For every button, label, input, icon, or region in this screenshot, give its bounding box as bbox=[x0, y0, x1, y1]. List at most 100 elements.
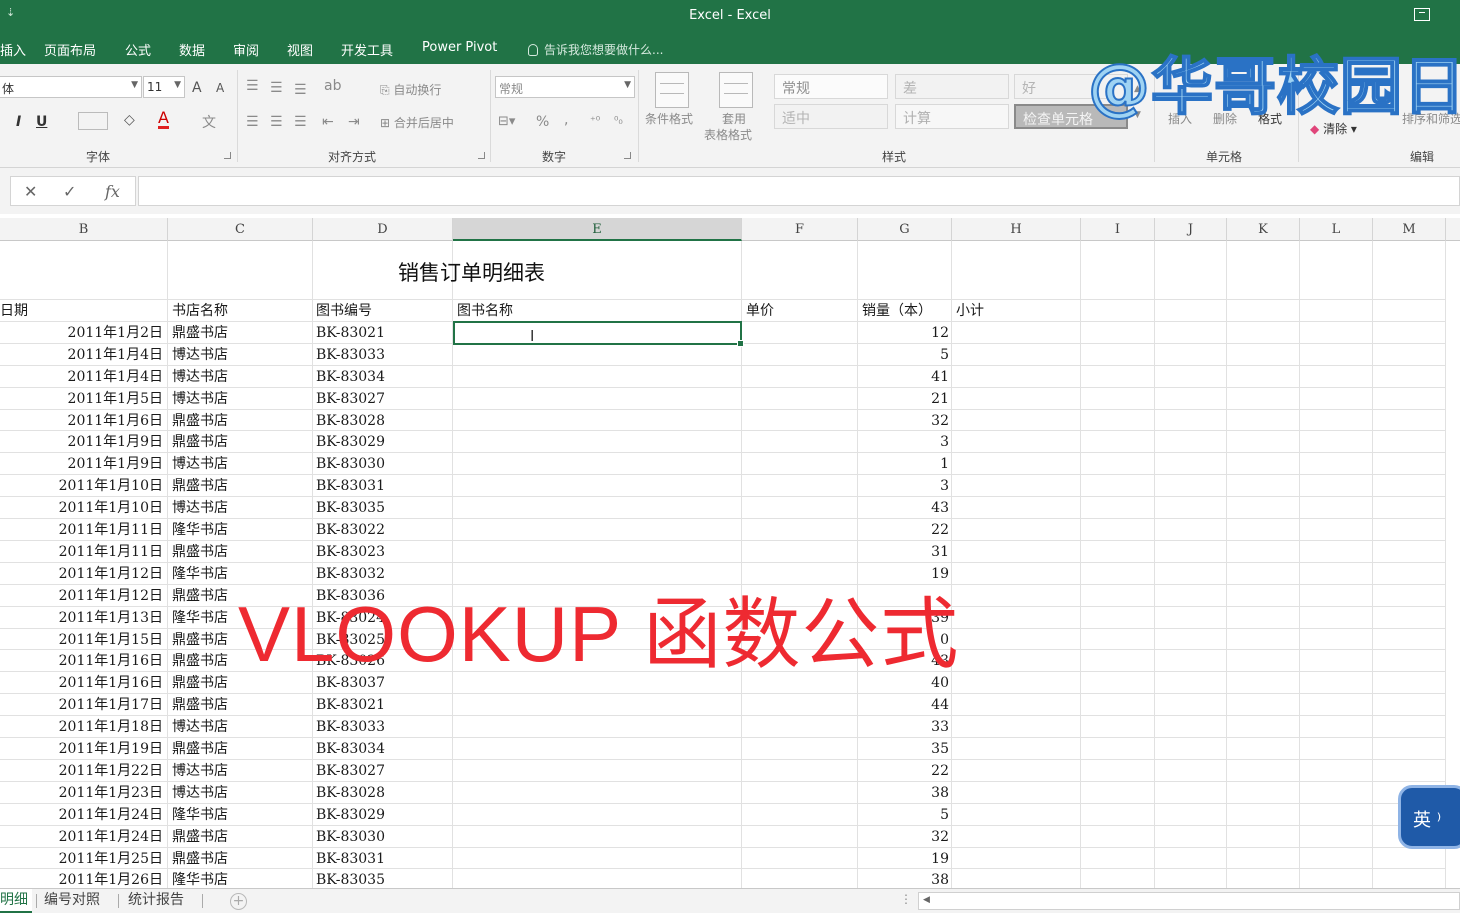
style-calculation[interactable]: 计算 bbox=[895, 104, 1009, 129]
cell-store[interactable]: 鼎盛书店 bbox=[172, 826, 310, 848]
add-sheet-icon[interactable]: + bbox=[230, 893, 247, 910]
column-header-h[interactable]: H bbox=[952, 218, 1081, 241]
cell-date[interactable]: 2011年1月4日 bbox=[0, 366, 163, 388]
align-middle-icon[interactable]: ☰ bbox=[270, 80, 283, 96]
cell-quantity[interactable]: 22 bbox=[858, 519, 949, 541]
align-center-icon[interactable]: ☰ bbox=[270, 114, 283, 130]
cell-store[interactable]: 鼎盛书店 bbox=[172, 410, 310, 432]
wrap-text-button[interactable]: ⎘ 自动换行 bbox=[380, 81, 441, 98]
cell-date[interactable]: 2011年1月23日 bbox=[0, 782, 163, 804]
cell-date[interactable]: 2011年1月11日 bbox=[0, 541, 163, 563]
cell-quantity[interactable]: 38 bbox=[858, 782, 949, 804]
cell-date[interactable]: 2011年1月15日 bbox=[0, 629, 163, 651]
column-header-j[interactable]: J bbox=[1155, 218, 1227, 241]
cell-store[interactable]: 鼎盛书店 bbox=[172, 541, 310, 563]
cell-date[interactable]: 2011年1月26日 bbox=[0, 869, 163, 888]
cell-quantity[interactable]: 38 bbox=[858, 869, 949, 888]
cell-code[interactable]: BK-83022 bbox=[316, 519, 450, 541]
sheet-tab-code-lookup[interactable]: 编号对照 bbox=[44, 889, 100, 913]
cell-code[interactable]: BK-83029 bbox=[316, 804, 450, 826]
cell-code[interactable]: BK-83028 bbox=[316, 782, 450, 804]
cell-date[interactable]: 2011年1月17日 bbox=[0, 694, 163, 716]
cell-date[interactable]: 2011年1月22日 bbox=[0, 760, 163, 782]
cell-date[interactable]: 2011年1月6日 bbox=[0, 410, 163, 432]
column-header-d[interactable]: D bbox=[313, 218, 453, 241]
split-handle-icon[interactable]: ⋮ bbox=[900, 892, 912, 906]
increase-indent-icon[interactable]: ⇥ bbox=[348, 114, 360, 130]
column-header-i[interactable]: I bbox=[1081, 218, 1155, 241]
cell-date[interactable]: 2011年1月12日 bbox=[0, 563, 163, 585]
cell-store[interactable]: 鼎盛书店 bbox=[172, 848, 310, 870]
font-name-combo[interactable]: 体 ▼ bbox=[0, 76, 142, 98]
cell-date[interactable]: 2011年1月2日 bbox=[0, 322, 163, 344]
worksheet-grid[interactable]: 销售订单明细表 日期 书店名称 图书编号 图书名称 单价 销量（本） 小计 20… bbox=[0, 241, 1460, 888]
decrease-indent-icon[interactable]: ⇤ bbox=[322, 114, 334, 130]
cell-code[interactable]: BK-83035 bbox=[316, 497, 450, 519]
number-dialog-launcher-icon[interactable] bbox=[624, 152, 631, 159]
cell-code[interactable]: BK-83034 bbox=[316, 738, 450, 760]
cell-date[interactable]: 2011年1月18日 bbox=[0, 716, 163, 738]
format-table-button-line1[interactable]: 套用 bbox=[722, 110, 746, 127]
comma-button[interactable]: , bbox=[564, 112, 568, 128]
header-store[interactable]: 书店名称 bbox=[172, 300, 310, 322]
cell-quantity[interactable]: 33 bbox=[858, 716, 949, 738]
cell-date[interactable]: 2011年1月19日 bbox=[0, 738, 163, 760]
shrink-font-button[interactable]: A bbox=[216, 81, 224, 95]
cell-date[interactable]: 2011年1月9日 bbox=[0, 453, 163, 475]
tab-view[interactable]: 视图 bbox=[287, 40, 313, 59]
cell-quantity[interactable]: 3 bbox=[858, 431, 949, 453]
cell-quantity[interactable]: 32 bbox=[858, 826, 949, 848]
cell-date[interactable]: 2011年1月16日 bbox=[0, 650, 163, 672]
active-cell-e3[interactable] bbox=[453, 321, 744, 347]
cell-quantity[interactable]: 31 bbox=[858, 541, 949, 563]
cell-code[interactable]: BK-83028 bbox=[316, 410, 450, 432]
cell-store[interactable]: 博达书店 bbox=[172, 782, 310, 804]
cell-store[interactable]: 博达书店 bbox=[172, 366, 310, 388]
horizontal-scrollbar[interactable]: ◀ bbox=[918, 892, 1460, 910]
style-normal[interactable]: 常规 bbox=[774, 74, 888, 99]
cell-code[interactable]: BK-83027 bbox=[316, 388, 450, 410]
cell-code[interactable]: BK-83030 bbox=[316, 453, 450, 475]
header-book-name[interactable]: 图书名称 bbox=[457, 300, 739, 322]
conditional-format-button[interactable]: 条件格式 bbox=[645, 110, 693, 127]
enter-icon[interactable]: ✓ bbox=[63, 182, 76, 201]
cell-quantity[interactable]: 43 bbox=[858, 497, 949, 519]
cell-store[interactable]: 鼎盛书店 bbox=[172, 738, 310, 760]
tab-formulas[interactable]: 公式 bbox=[125, 40, 151, 59]
cell-date[interactable]: 2011年1月25日 bbox=[0, 848, 163, 870]
tell-me-box[interactable]: 告诉我您想要做什么... bbox=[528, 41, 663, 58]
tab-developer[interactable]: 开发工具 bbox=[341, 40, 393, 59]
tab-insert[interactable]: 插入 bbox=[0, 40, 26, 59]
ime-indicator[interactable]: 英 ⁾ bbox=[1398, 785, 1460, 849]
cell-date[interactable]: 2011年1月10日 bbox=[0, 475, 163, 497]
orientation-icon[interactable]: ab bbox=[324, 78, 341, 94]
format-table-icon[interactable] bbox=[719, 72, 753, 108]
cell-date[interactable]: 2011年1月11日 bbox=[0, 519, 163, 541]
cell-quantity[interactable]: 32 bbox=[858, 410, 949, 432]
cell-store[interactable]: 鼎盛书店 bbox=[172, 475, 310, 497]
cell-store[interactable]: 博达书店 bbox=[172, 760, 310, 782]
cell-code[interactable]: BK-83031 bbox=[316, 475, 450, 497]
cell-store[interactable]: 博达书店 bbox=[172, 497, 310, 519]
cell-code[interactable]: BK-83027 bbox=[316, 760, 450, 782]
column-header-g[interactable]: G bbox=[858, 218, 952, 241]
cell-quantity[interactable]: 1 bbox=[858, 453, 949, 475]
cell-quantity[interactable]: 19 bbox=[858, 848, 949, 870]
cell-store[interactable]: 博达书店 bbox=[172, 344, 310, 366]
cell-quantity[interactable]: 5 bbox=[858, 344, 949, 366]
cell-code[interactable]: BK-83021 bbox=[316, 322, 450, 344]
cell-store[interactable]: 鼎盛书店 bbox=[172, 694, 310, 716]
font-dialog-launcher-icon[interactable] bbox=[224, 152, 231, 159]
cell-store[interactable]: 博达书店 bbox=[172, 716, 310, 738]
borders-icon[interactable] bbox=[78, 112, 108, 130]
align-top-icon[interactable]: ☰ bbox=[246, 78, 259, 94]
cell-code[interactable]: BK-83030 bbox=[316, 826, 450, 848]
cell-date[interactable]: 2011年1月12日 bbox=[0, 585, 163, 607]
cell-quantity[interactable]: 3 bbox=[858, 475, 949, 497]
cell-code[interactable]: BK-83031 bbox=[316, 848, 450, 870]
tab-review[interactable]: 审阅 bbox=[233, 40, 259, 59]
cell-code[interactable]: BK-83029 bbox=[316, 431, 450, 453]
column-header-f[interactable]: F bbox=[742, 218, 858, 241]
fill-color-icon[interactable]: ◇ bbox=[124, 112, 135, 128]
cell-code[interactable]: BK-83033 bbox=[316, 344, 450, 366]
